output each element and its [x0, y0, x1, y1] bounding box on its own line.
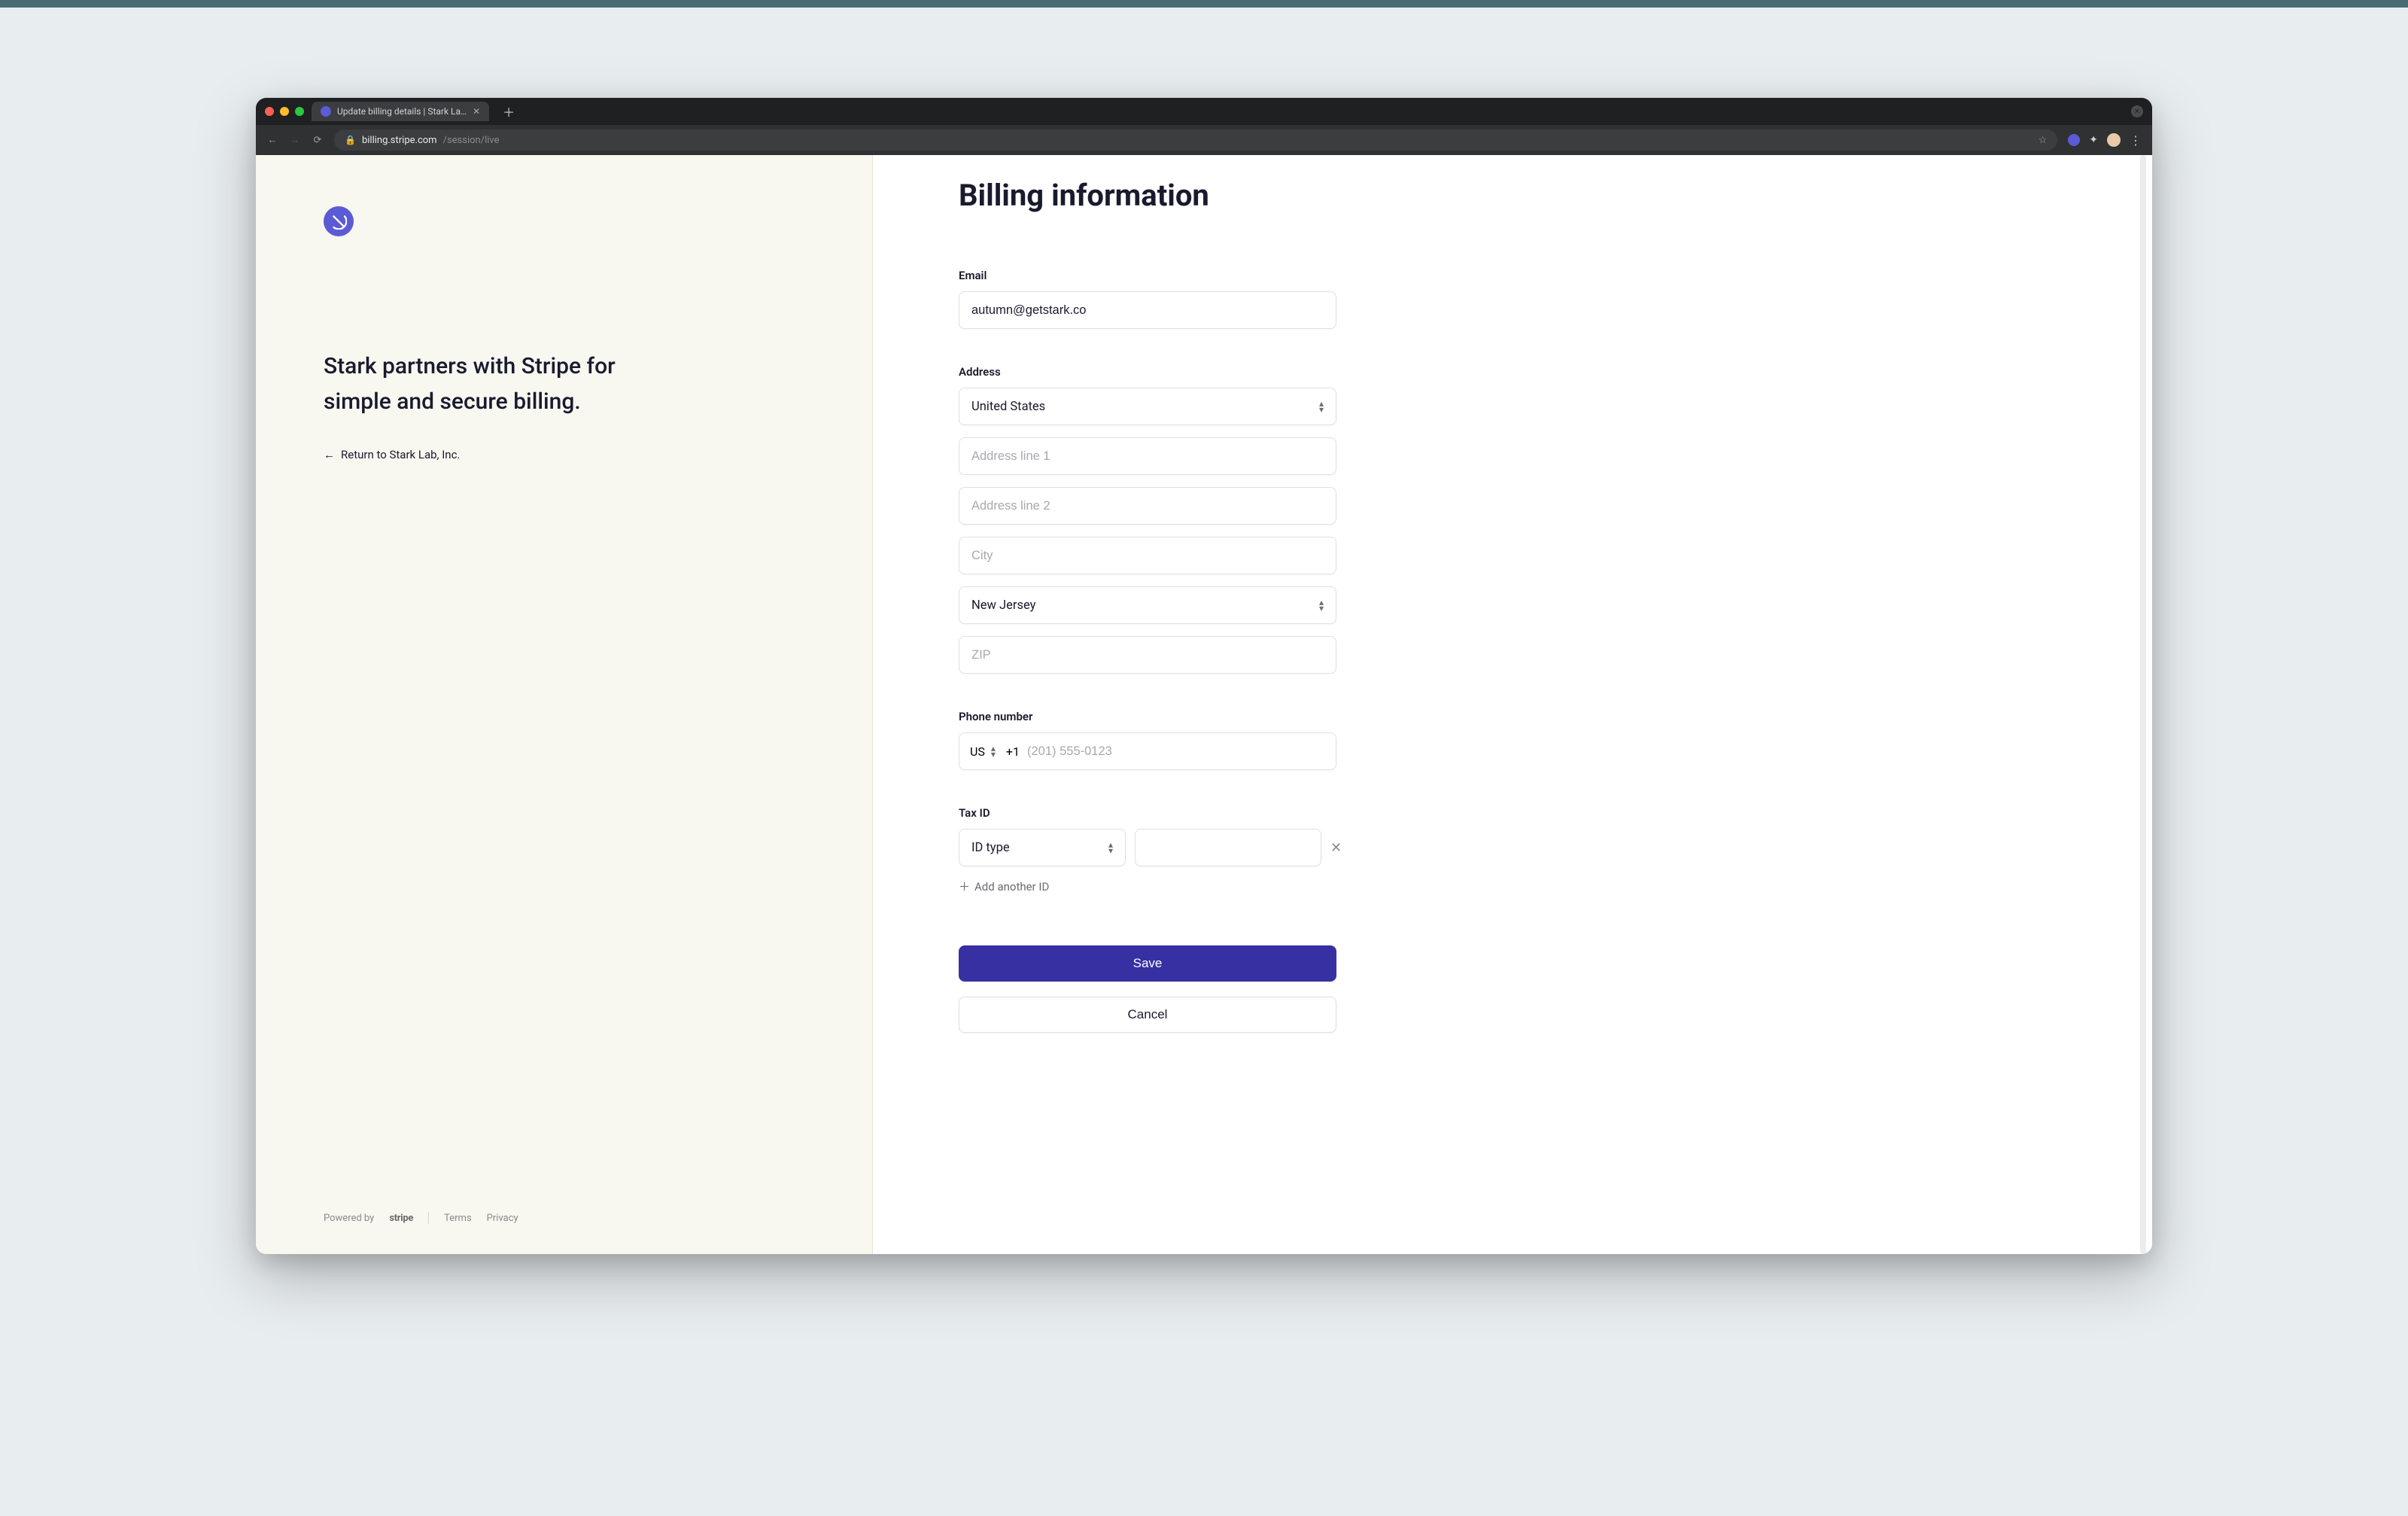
browser-menu-icon[interactable]: ⋮	[2130, 133, 2142, 148]
url-host: billing.stripe.com	[362, 135, 437, 146]
return-link[interactable]: ← Return to Stark Lab, Inc.	[324, 448, 821, 461]
taxid-label: Tax ID	[959, 806, 2062, 820]
taxid-row: ID type ▴▾ ✕	[959, 829, 1350, 866]
country-value: United States	[971, 400, 1045, 414]
stripe-wordmark: stripe	[389, 1213, 413, 1224]
page-top-stripe	[0, 0, 2408, 8]
arrow-left-icon: ←	[324, 448, 335, 461]
chevron-updown-icon: ▴▾	[1108, 842, 1113, 854]
canvas: Update billing details | Stark La… ✕ ＋ ✕…	[0, 8, 2408, 1516]
sidebar: Stark partners with Stripe for simple an…	[256, 155, 873, 1254]
brand-logo-icon	[324, 206, 354, 236]
extension-badge-icon[interactable]	[2068, 134, 2080, 146]
maximize-window-icon[interactable]	[295, 107, 304, 116]
page-viewport: Stark partners with Stripe for simple an…	[256, 155, 2152, 1254]
privacy-link[interactable]: Privacy	[487, 1213, 518, 1224]
lock-icon: 🔒	[345, 135, 356, 145]
url-path: /session/live	[443, 135, 500, 146]
state-value: New Jersey	[971, 598, 1035, 613]
phone-group: Phone number US ▴▾ +1	[959, 710, 2062, 770]
terms-link[interactable]: Terms	[444, 1213, 472, 1224]
phone-prefix: +1	[1006, 744, 1027, 759]
country-select[interactable]: United States ▴▾	[959, 388, 1336, 425]
toolbar-right: ✦ ⋮	[2068, 133, 2142, 148]
button-row: Save Cancel	[959, 945, 1336, 1048]
minimize-window-icon[interactable]	[280, 107, 289, 116]
new-tab-button[interactable]: ＋	[497, 102, 521, 120]
window-controls	[265, 107, 304, 116]
save-button[interactable]: Save	[959, 945, 1336, 982]
address-line1-input[interactable]	[959, 437, 1336, 475]
tab-overflow-close-icon[interactable]: ✕	[2131, 105, 2143, 117]
email-label: Email	[959, 269, 2062, 282]
chevron-updown-icon: ▴▾	[1319, 599, 1324, 612]
taxid-value-input[interactable]	[1135, 829, 1321, 866]
cancel-button[interactable]: Cancel	[959, 997, 1336, 1033]
add-another-id-button[interactable]: ＋ Add another ID	[959, 878, 2062, 894]
tab-title: Update billing details | Stark La…	[337, 106, 467, 117]
address-bar[interactable]: 🔒 billing.stripe.com/session/live ☆	[334, 129, 2057, 151]
email-group: Email	[959, 269, 2062, 329]
plus-icon: ＋	[959, 878, 970, 894]
powered-by-label: Powered by	[324, 1213, 374, 1224]
browser-toolbar: ← → ⟳ 🔒 billing.stripe.com/session/live …	[256, 125, 2152, 155]
main-content: Billing information Email Address United…	[873, 155, 2152, 1254]
phone-row: US ▴▾ +1	[959, 732, 1336, 770]
extensions-icon[interactable]: ✦	[2089, 134, 2098, 146]
address-line2-input[interactable]	[959, 487, 1336, 525]
address-stack: United States ▴▾ New Jersey ▴▾	[959, 388, 2062, 674]
back-icon[interactable]: ←	[266, 134, 278, 146]
address-group: Address United States ▴▾ New Jersey ▴▾	[959, 365, 2062, 674]
taxid-group: Tax ID ID type ▴▾ ✕ ＋ Add another ID	[959, 806, 2062, 894]
phone-label: Phone number	[959, 710, 2062, 723]
chevron-updown-icon: ▴▾	[1319, 400, 1324, 413]
zip-input[interactable]	[959, 636, 1336, 674]
browser-window: Update billing details | Stark La… ✕ ＋ ✕…	[256, 98, 2152, 1254]
sidebar-tagline: Stark partners with Stripe for simple an…	[324, 349, 640, 419]
footer-divider	[428, 1212, 429, 1224]
profile-avatar-icon[interactable]	[2107, 133, 2121, 147]
add-another-label: Add another ID	[974, 880, 1049, 893]
chevron-updown-icon: ▴▾	[991, 745, 996, 758]
phone-cc-label: US	[970, 744, 985, 759]
browser-chrome: Update billing details | Stark La… ✕ ＋ ✕…	[256, 98, 2152, 155]
tab-favicon-icon	[321, 106, 331, 117]
phone-input[interactable]	[1027, 744, 1324, 759]
browser-tab[interactable]: Update billing details | Stark La… ✕	[312, 102, 489, 121]
reload-icon[interactable]: ⟳	[312, 134, 324, 146]
sidebar-footer: Powered by stripe Terms Privacy	[324, 1212, 821, 1224]
browser-tab-strip: Update billing details | Stark La… ✕ ＋ ✕	[256, 98, 2152, 125]
address-label: Address	[959, 365, 2062, 379]
taxid-type-value: ID type	[971, 841, 1010, 855]
state-select[interactable]: New Jersey ▴▾	[959, 586, 1336, 624]
bookmark-star-icon[interactable]: ☆	[2039, 135, 2048, 146]
close-window-icon[interactable]	[265, 107, 274, 116]
phone-country-select[interactable]: US ▴▾	[959, 744, 1006, 759]
taxid-type-select[interactable]: ID type ▴▾	[959, 829, 1126, 866]
city-input[interactable]	[959, 537, 1336, 574]
return-link-label: Return to Stark Lab, Inc.	[341, 448, 460, 461]
email-input[interactable]	[959, 291, 1336, 329]
remove-taxid-icon[interactable]: ✕	[1330, 840, 1342, 856]
forward-icon[interactable]: →	[289, 134, 301, 146]
tab-close-icon[interactable]: ✕	[473, 106, 480, 117]
page-title: Billing information	[959, 178, 2062, 213]
